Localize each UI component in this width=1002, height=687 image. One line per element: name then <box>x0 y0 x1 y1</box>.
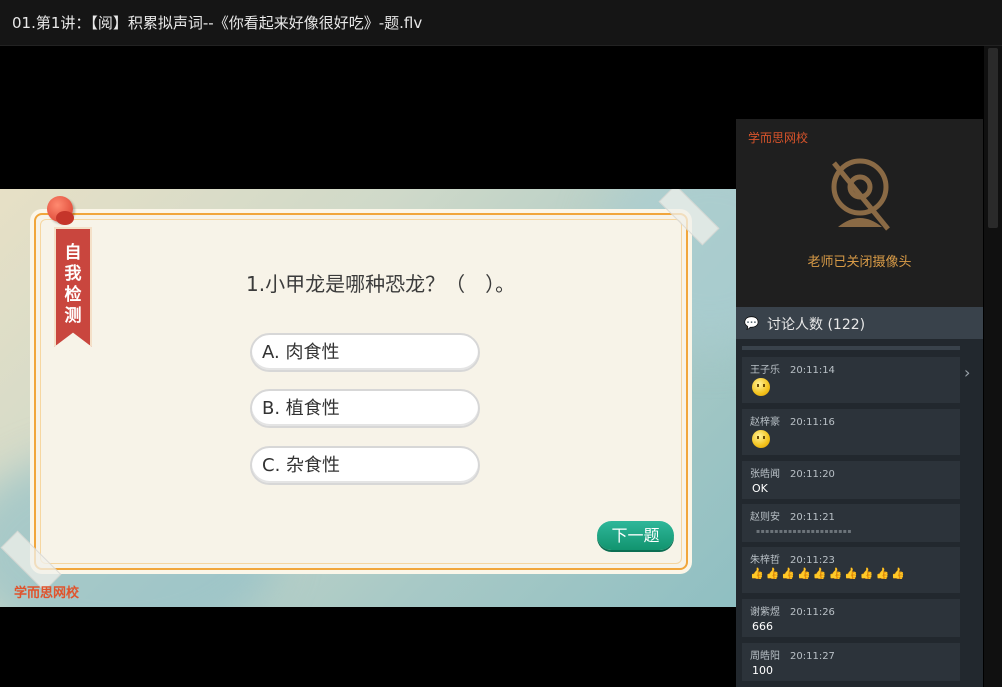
chat-title: 讨论人数 <box>767 317 823 333</box>
chat-header-label: 讨论人数 (122) <box>767 314 865 334</box>
blurred-message-text: ▪▪▪▪▪▪▪▪▪▪▪▪▪▪▪▪▪▪▪▪▪ <box>756 528 852 535</box>
banner-char: 自 <box>64 243 82 263</box>
teacher-camera-panel: 学而思网校 老师已关闭摄像头 <box>736 119 983 307</box>
smiley-emoji-icon <box>752 430 770 448</box>
chat-message: 谢紫煜 20:11:26 666 <box>742 599 960 637</box>
video-title: 01.第1讲：【阅】积累拟声词--《你看起来好像很好吃》-题.flv <box>12 14 423 32</box>
message-time: 20:11:27 <box>790 651 835 662</box>
sender-name: 王子乐 <box>750 365 780 376</box>
chat-bubble-icon: 💬 <box>744 316 759 330</box>
message-body: OK <box>752 482 768 495</box>
sender-name: 谢紫煜 <box>750 607 780 618</box>
message-body: 100 <box>752 664 773 677</box>
banner-char: 测 <box>64 306 82 326</box>
scrollbar-thumb[interactable] <box>988 48 998 228</box>
self-test-banner: 自 我 检 测 <box>54 227 92 347</box>
slide-logo: 学而思网校 <box>14 586 80 601</box>
chat-count: (122) <box>827 317 866 333</box>
chat-header: 💬 讨论人数 (122) <box>736 307 983 339</box>
chevron-right-icon[interactable]: › <box>964 363 970 382</box>
option-a-button[interactable]: A. 肉食性 <box>250 333 480 372</box>
banner-char: 检 <box>64 285 82 305</box>
banner-char: 我 <box>64 264 82 284</box>
chat-message: 朱梓哲 20:11:23 👍👍👍👍👍👍👍👍👍👍 <box>742 547 960 593</box>
camera-logo: 学而思网校 <box>748 131 809 145</box>
camera-off-icon <box>824 157 896 241</box>
pushpin-base <box>56 211 74 225</box>
question-text: 1.小甲龙是哪种恐龙？（ ）。 <box>246 272 516 296</box>
message-time: 20:11:21 <box>790 512 835 523</box>
sender-name: 朱梓哲 <box>750 555 780 566</box>
chat-message: 张皓闻 20:11:20 OK <box>742 461 960 499</box>
chat-message: 王子乐 20:11:14 <box>742 357 960 403</box>
sender-name: 赵梓豪 <box>750 417 780 428</box>
message-time: 20:11:16 <box>790 417 835 428</box>
message-time: 20:11:14 <box>790 365 835 376</box>
message-time: 20:11:26 <box>790 607 835 618</box>
message-body: 666 <box>752 620 773 633</box>
message-time: 20:11:20 <box>790 469 835 480</box>
lesson-slide: 自 我 检 测 1.小甲龙是哪种恐龙？（ ）。 A. 肉食性 B. 植食性 C.… <box>0 189 736 607</box>
scrollbar[interactable] <box>984 46 1002 687</box>
chat-panel: 💬 讨论人数 (122) › 王子乐 20:11:14 赵梓豪 20:11:16 张… <box>736 307 983 687</box>
next-question-button[interactable]: 下一题 <box>597 521 674 550</box>
title-bar: 01.第1讲：【阅】积累拟声词--《你看起来好像很好吃》-题.flv <box>0 0 1002 46</box>
chat-message: 周皓阳 20:11:27 100 <box>742 643 960 681</box>
message-time: 20:11:23 <box>790 555 835 566</box>
sender-name: 赵则安 <box>750 512 780 523</box>
chat-message: 赵则安 20:11:21 ▪▪▪▪▪▪▪▪▪▪▪▪▪▪▪▪▪▪▪▪▪ <box>742 504 960 542</box>
chat-message: 赵梓豪 20:11:16 <box>742 409 960 455</box>
camera-off-text: 老师已关闭摄像头 <box>807 255 912 270</box>
chat-divider <box>742 346 960 350</box>
smiley-emoji-icon <box>752 378 770 396</box>
option-b-button[interactable]: B. 植食性 <box>250 389 480 428</box>
thumbs-up-emojis: 👍👍👍👍👍👍👍👍👍👍 <box>750 567 907 580</box>
sender-name: 张皓闻 <box>750 469 780 480</box>
sender-name: 周皓阳 <box>750 651 780 662</box>
message-body <box>752 430 770 451</box>
option-c-button[interactable]: C. 杂食性 <box>250 446 480 485</box>
message-body <box>752 378 770 399</box>
